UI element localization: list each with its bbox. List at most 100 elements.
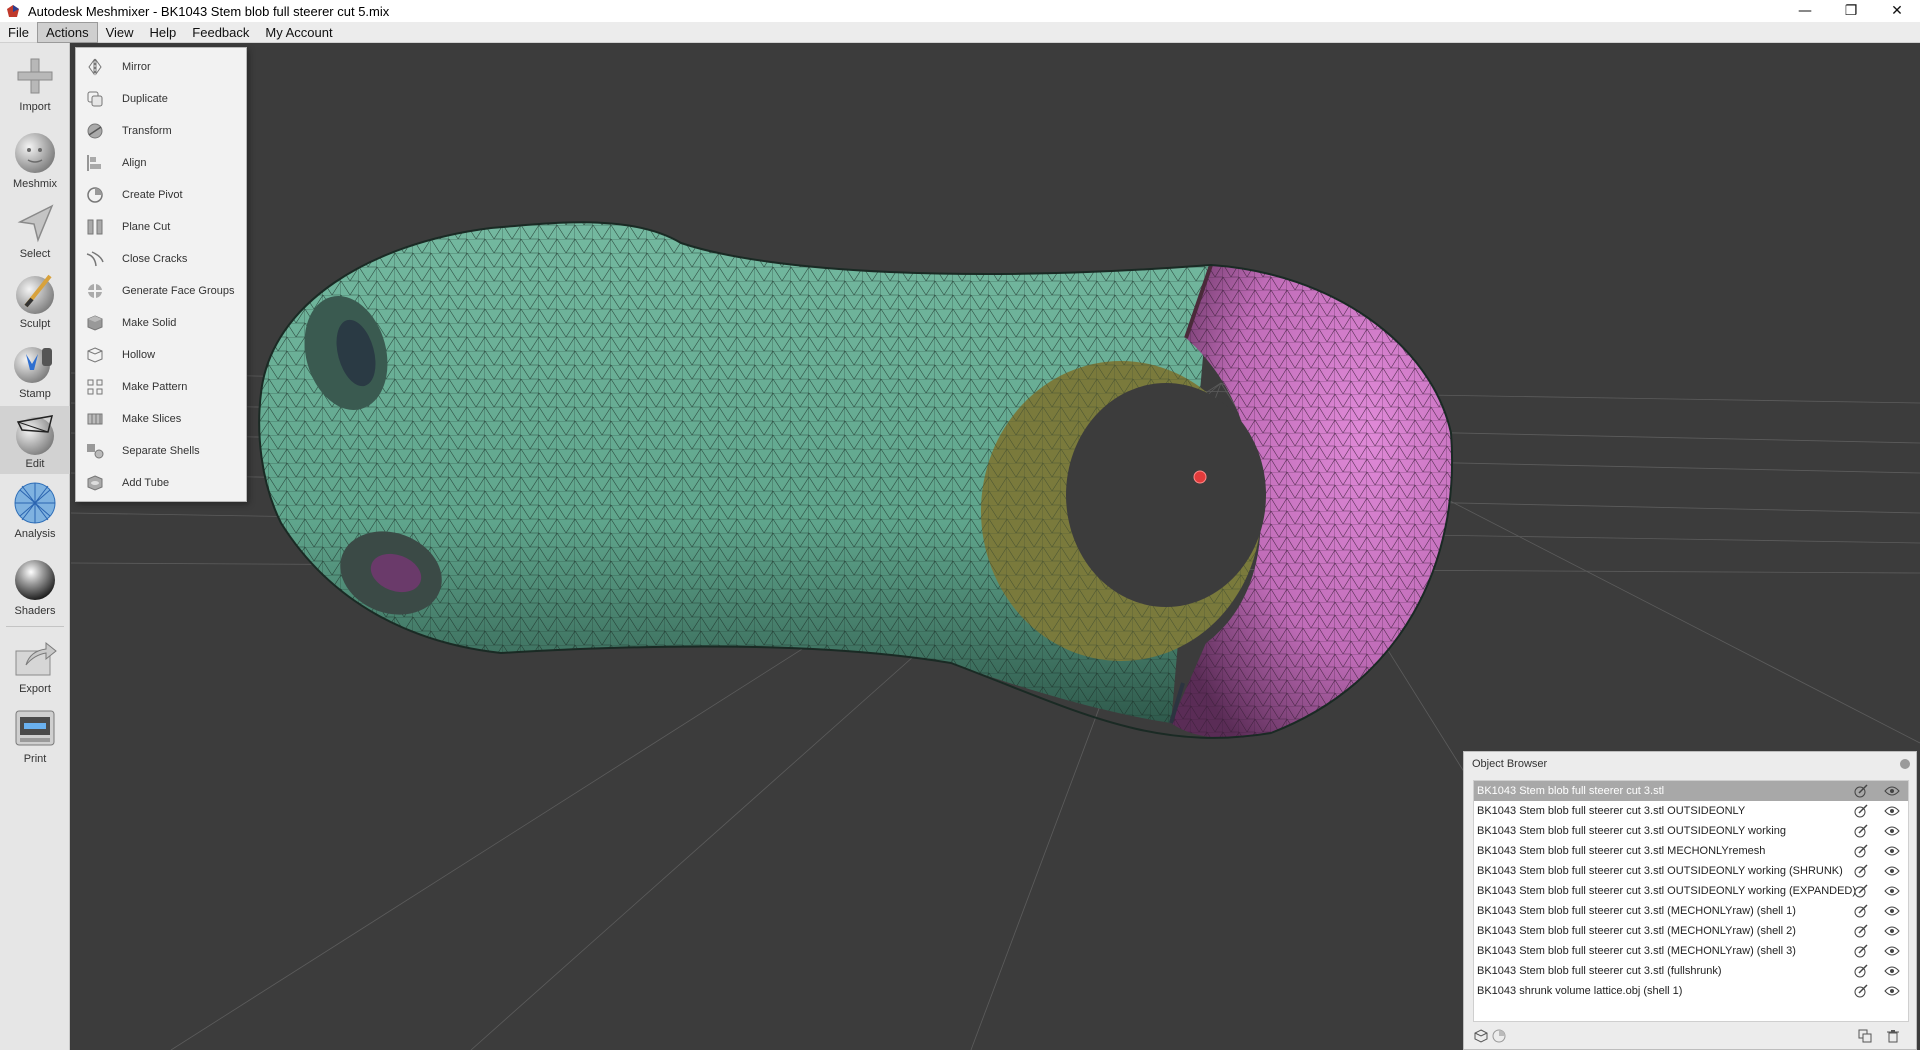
restore-button[interactable]: ❐ <box>1828 0 1874 22</box>
visibility-eye-icon[interactable] <box>1884 965 1900 977</box>
object-row[interactable]: BK1043 Stem blob full steerer cut 3.stl … <box>1474 961 1908 981</box>
object-list: BK1043 Stem blob full steerer cut 3.stl … <box>1473 780 1909 1022</box>
menu-item-add-tube[interactable]: Add Tube <box>76 467 246 499</box>
close-panel-icon[interactable] <box>1900 759 1910 769</box>
tool-shaders[interactable]: Shaders <box>0 553 70 621</box>
menu-my-account[interactable]: My Account <box>257 22 340 43</box>
visibility-eye-icon[interactable] <box>1884 885 1900 897</box>
menu-item-label: Close Cracks <box>122 253 188 265</box>
visibility-eye-icon[interactable] <box>1884 805 1900 817</box>
tool-stamp[interactable]: Stamp <box>0 336 70 404</box>
object-name: BK1043 Stem blob full steerer cut 3.stl … <box>1477 965 1722 977</box>
visibility-eye-icon[interactable] <box>1884 925 1900 937</box>
menu-item-align[interactable]: Align <box>76 147 246 179</box>
tool-export[interactable]: Export <box>0 631 70 699</box>
object-row[interactable]: BK1043 Stem blob full steerer cut 3.stl <box>1474 781 1908 801</box>
tool-print[interactable]: Print <box>0 701 70 769</box>
menu-item-label: Mirror <box>122 61 151 73</box>
menu-item-create-pivot[interactable]: Create Pivot <box>76 179 246 211</box>
menu-file[interactable]: File <box>0 22 37 43</box>
visibility-eye-icon[interactable] <box>1884 785 1900 797</box>
tool-select[interactable]: Select <box>0 196 70 264</box>
edit-object-icon[interactable] <box>1854 944 1868 958</box>
printer-icon <box>15 710 55 746</box>
tool-label: Import <box>19 101 51 113</box>
menu-item-label: Create Pivot <box>122 189 183 201</box>
tool-label: Sculpt <box>19 318 51 330</box>
edit-object-icon[interactable] <box>1854 864 1868 878</box>
tool-label: Meshmix <box>12 178 57 190</box>
make-slices-icon <box>87 413 103 425</box>
object-name: BK1043 Stem blob full steerer cut 3.stl … <box>1477 805 1746 817</box>
menu-item-make-solid[interactable]: Make Solid <box>76 307 246 339</box>
tool-sculpt[interactable]: Sculpt <box>0 266 70 334</box>
visibility-eye-icon[interactable] <box>1884 825 1900 837</box>
edit-object-icon[interactable] <box>1854 924 1868 938</box>
object-name: BK1043 Stem blob full steerer cut 3.stl … <box>1477 925 1796 937</box>
edit-object-icon[interactable] <box>1854 784 1868 798</box>
object-row[interactable]: BK1043 Stem blob full steerer cut 3.stl … <box>1474 901 1908 921</box>
edit-object-icon[interactable] <box>1854 984 1868 998</box>
meshmixer-logo-icon <box>7 5 19 17</box>
menu-item-transform[interactable]: Transform <box>76 115 246 147</box>
tool-import[interactable]: Import <box>0 49 70 117</box>
arrow-cursor-icon <box>17 204 54 243</box>
hollow-icon <box>87 347 103 363</box>
object-row[interactable]: BK1043 Stem blob full steerer cut 3.stl … <box>1474 921 1908 941</box>
visibility-eye-icon[interactable] <box>1884 845 1900 857</box>
export-icon <box>15 641 57 676</box>
menu-item-make-pattern[interactable]: Make Pattern <box>76 371 246 403</box>
tool-label: Export <box>19 683 51 695</box>
cube-icon[interactable] <box>1474 1029 1488 1043</box>
duplicate-object-icon[interactable] <box>1858 1029 1872 1043</box>
object-row[interactable]: BK1043 shrunk volume lattice.obj (shell … <box>1474 981 1908 1001</box>
menu-item-generate-face-groups[interactable]: Generate Face Groups <box>76 275 246 307</box>
visibility-eye-icon[interactable] <box>1884 945 1900 957</box>
menu-item-hollow[interactable]: Hollow <box>76 339 246 371</box>
menu-item-close-cracks[interactable]: Close Cracks <box>76 243 246 275</box>
visibility-eye-icon[interactable] <box>1884 985 1900 997</box>
tool-analysis[interactable]: Analysis <box>0 476 70 544</box>
menu-item-duplicate[interactable]: Duplicate <box>76 83 246 115</box>
edit-object-icon[interactable] <box>1854 824 1868 838</box>
edit-object-icon[interactable] <box>1854 804 1868 818</box>
plane-cut-icon <box>87 219 103 235</box>
object-row[interactable]: BK1043 Stem blob full steerer cut 3.stl … <box>1474 821 1908 841</box>
minimize-button[interactable]: — <box>1782 0 1828 22</box>
edit-object-icon[interactable] <box>1854 884 1868 898</box>
object-row[interactable]: BK1043 Stem blob full steerer cut 3.stl … <box>1474 801 1908 821</box>
object-name: BK1043 Stem blob full steerer cut 3.stl … <box>1477 825 1786 837</box>
pivot-point[interactable] <box>1193 470 1207 484</box>
object-row[interactable]: BK1043 Stem blob full steerer cut 3.stl … <box>1474 881 1908 901</box>
menu-feedback[interactable]: Feedback <box>184 22 257 43</box>
pie-icon[interactable] <box>1492 1029 1506 1043</box>
tool-edit[interactable]: Edit <box>0 406 70 474</box>
object-row[interactable]: BK1043 Stem blob full steerer cut 3.stl … <box>1474 841 1908 861</box>
visibility-eye-icon[interactable] <box>1884 905 1900 917</box>
object-name: BK1043 Stem blob full steerer cut 3.stl … <box>1477 945 1796 957</box>
chrome-sphere-icon <box>15 560 55 600</box>
title-bar: Autodesk Meshmixer - BK1043 Stem blob fu… <box>0 0 1920 22</box>
menu-item-make-slices[interactable]: Make Slices <box>76 403 246 435</box>
edit-object-icon[interactable] <box>1854 964 1868 978</box>
edit-object-icon[interactable] <box>1854 904 1868 918</box>
menu-help[interactable]: Help <box>142 22 185 43</box>
meshmixer-window: Autodesk Meshmixer - BK1043 Stem blob fu… <box>0 0 1920 1050</box>
close-cracks-icon <box>86 251 104 267</box>
mesh-object-stem[interactable] <box>258 221 1453 739</box>
object-row[interactable]: BK1043 Stem blob full steerer cut 3.stl … <box>1474 941 1908 961</box>
menu-item-label: Generate Face Groups <box>122 285 235 297</box>
menu-item-plane-cut[interactable]: Plane Cut <box>76 211 246 243</box>
menu-item-separate-shells[interactable]: Separate Shells <box>76 435 246 467</box>
trash-icon[interactable] <box>1886 1029 1900 1043</box>
menu-actions[interactable]: Actions <box>36 21 98 43</box>
menu-item-label: Make Pattern <box>122 381 188 393</box>
menu-view[interactable]: View <box>98 22 142 43</box>
visibility-eye-icon[interactable] <box>1884 865 1900 877</box>
tool-meshmix[interactable]: Meshmix <box>0 126 70 194</box>
edit-object-icon[interactable] <box>1854 844 1868 858</box>
make-pattern-icon <box>87 379 103 395</box>
object-row[interactable]: BK1043 Stem blob full steerer cut 3.stl … <box>1474 861 1908 881</box>
close-button[interactable]: ✕ <box>1874 0 1920 22</box>
menu-item-mirror[interactable]: Mirror <box>76 51 246 83</box>
